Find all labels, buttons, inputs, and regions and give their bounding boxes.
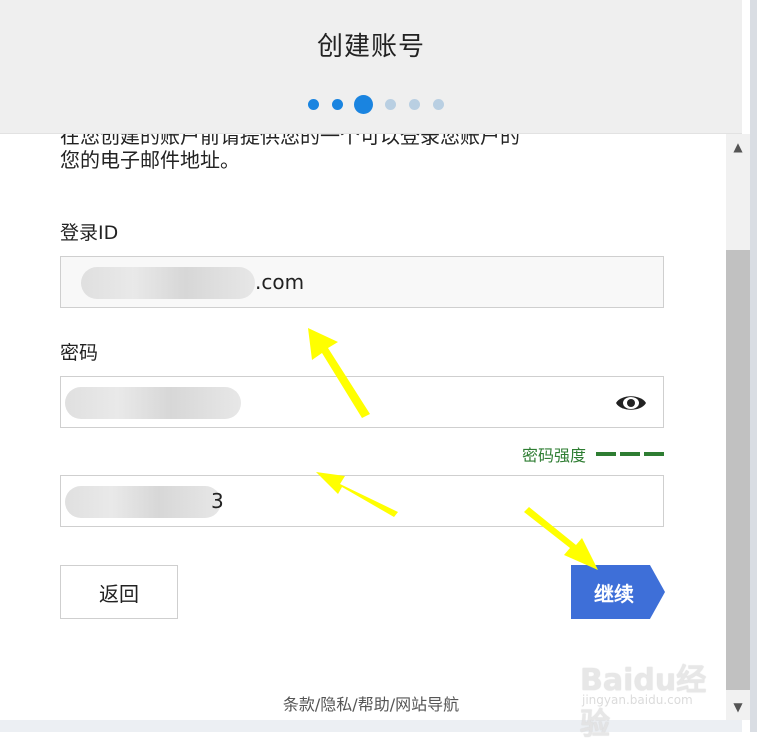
footer-link-sitemap[interactable]: 网站导航	[395, 695, 459, 714]
form-panel: 在您创建的账户前请提供您的一个可以登录您账户的 您的电子邮件地址。 登录ID .…	[0, 134, 742, 732]
login-id-suffix: .com	[255, 270, 305, 294]
step-dot-5	[409, 98, 420, 110]
redacted-confirm-password	[65, 486, 221, 518]
page-title: 创建账号	[316, 32, 425, 62]
password-field[interactable]	[60, 376, 664, 428]
step-indicator	[308, 94, 457, 114]
vertical-scrollbar[interactable]: ▲ ▼	[726, 134, 750, 720]
confirm-password-field[interactable]: 3	[60, 475, 664, 527]
scrollbar-thumb[interactable]	[726, 250, 750, 690]
watermark-url: jingyan.baidu.com	[582, 693, 693, 707]
footer-link-privacy[interactable]: 隐私	[320, 695, 352, 714]
continue-button[interactable]: 继续	[571, 565, 665, 619]
show-password-eye-icon[interactable]	[615, 391, 647, 415]
confirm-password-suffix: 3	[211, 489, 224, 513]
strength-bar-3	[644, 452, 664, 456]
step-dot-4	[385, 98, 396, 110]
baidu-watermark: Baidu经验 jingyan.baidu.com	[580, 655, 730, 742]
step-dot-6	[433, 98, 444, 110]
login-id-label: 登录ID	[60, 222, 119, 244]
intro-text: 您的电子邮件地址。	[60, 148, 240, 172]
footer-link-help[interactable]: 帮助	[358, 695, 390, 714]
redacted-password	[65, 387, 241, 419]
password-label: 密码	[60, 342, 99, 364]
step-dot-3-current	[354, 94, 373, 114]
scroll-up-arrow-icon[interactable]: ▲	[726, 136, 750, 158]
strength-bar-2	[620, 452, 640, 456]
step-dot-1	[308, 98, 319, 110]
login-id-field[interactable]: .com	[60, 256, 664, 308]
step-dot-2	[332, 98, 343, 110]
strength-bar-1	[596, 452, 616, 456]
window-right-edge	[750, 0, 757, 732]
redacted-email	[81, 267, 255, 299]
password-strength-label: 密码强度	[521, 446, 586, 465]
page-header: 创建账号	[0, 0, 742, 134]
back-button[interactable]: 返回	[60, 565, 178, 619]
footer-link-terms[interactable]: 条款	[283, 695, 315, 714]
password-strength: 密码强度	[522, 442, 664, 466]
